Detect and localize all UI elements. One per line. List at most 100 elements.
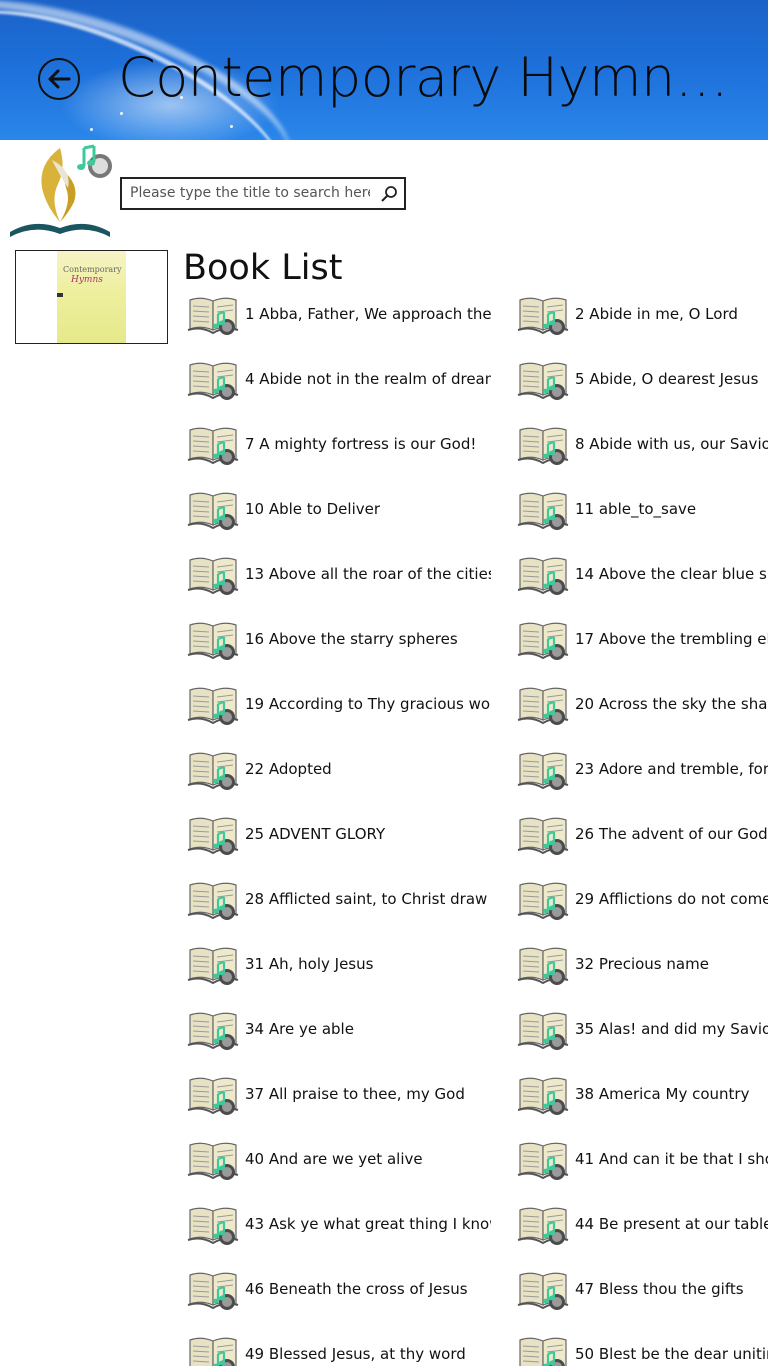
open-book-music-icon — [517, 557, 569, 595]
list-item[interactable]: 44 Be present at our table, Lord — [517, 1202, 768, 1246]
list-item[interactable]: 8 Abide with us, our Savior — [517, 422, 768, 466]
list-item-label: 7 A mighty fortress is our God! — [245, 435, 477, 453]
list-item[interactable]: 34 Are ye able — [187, 1007, 354, 1051]
list-item-label: 26 The advent of our God — [575, 825, 768, 843]
list-item[interactable]: 10 Able to Deliver — [187, 487, 380, 531]
list-item[interactable]: 19 According to Thy gracious word — [187, 682, 491, 726]
list-item[interactable]: 11 able_to_save — [517, 487, 696, 531]
open-book-music-icon — [517, 947, 569, 985]
list-item[interactable]: 13 Above all the roar of the cities — [187, 552, 491, 596]
list-item-label: 41 And can it be that I should gain — [575, 1150, 768, 1168]
list-item-label: 11 able_to_save — [575, 500, 697, 518]
list-item-label: 19 According to Thy gracious word — [245, 695, 491, 713]
list-item-label: 49 Blessed Jesus, at thy word — [245, 1345, 466, 1363]
list-item[interactable]: 35 Alas! and did my Savior — [517, 1007, 768, 1051]
book-list: 1 Abba, Father, We approach thee 2 Abide… — [0, 0, 768, 1366]
list-item[interactable]: 29 Afflictions do not come — [517, 877, 768, 921]
list-item[interactable]: 4 Abide not in the realm of dreams — [187, 357, 491, 401]
list-item[interactable]: 20 Across the sky the shades of night — [517, 682, 768, 726]
list-item[interactable]: 49 Blessed Jesus, at thy word — [187, 1332, 466, 1366]
list-item-label: 29 Afflictions do not come — [575, 890, 768, 908]
list-item[interactable]: 7 A mighty fortress is our God! — [187, 422, 476, 466]
open-book-music-icon — [187, 427, 239, 465]
open-book-music-icon — [517, 1207, 569, 1245]
list-item[interactable]: 25 ADVENT GLORY — [187, 812, 385, 856]
list-item-label: 38 America My country — [575, 1085, 750, 1103]
list-item-label: 20 Across the sky the shades of night — [575, 695, 768, 713]
open-book-music-icon — [187, 687, 239, 725]
list-item-label: 35 Alas! and did my Savior — [575, 1020, 768, 1038]
list-item-label: 37 All praise to thee, my God — [245, 1085, 465, 1103]
open-book-music-icon — [517, 1012, 569, 1050]
open-book-music-icon — [187, 1012, 239, 1050]
list-item[interactable]: 31 Ah, holy Jesus — [187, 942, 373, 986]
open-book-music-icon — [187, 557, 239, 595]
open-book-music-icon — [187, 752, 239, 790]
open-book-music-icon — [187, 297, 239, 335]
open-book-music-icon — [517, 752, 569, 790]
open-book-music-icon — [517, 687, 569, 725]
open-book-music-icon — [517, 882, 569, 920]
list-item-label: 5 Abide, O dearest Jesus — [575, 370, 759, 388]
open-book-music-icon — [517, 492, 569, 530]
list-item-label: 47 Bless thou the gifts — [575, 1280, 744, 1298]
list-item-label: 50 Blest be the dear uniting love — [575, 1345, 768, 1363]
open-book-music-icon — [517, 817, 569, 855]
open-book-music-icon — [187, 882, 239, 920]
list-item[interactable]: 1 Abba, Father, We approach thee — [187, 292, 491, 336]
open-book-music-icon — [517, 622, 569, 660]
open-book-music-icon — [187, 1207, 239, 1245]
list-item[interactable]: 47 Bless thou the gifts — [517, 1267, 744, 1311]
list-item-label: 43 Ask ye what great thing I know — [245, 1215, 491, 1233]
list-item[interactable]: 37 All praise to thee, my God — [187, 1072, 465, 1116]
list-item-label: 17 Above the trembling elements — [575, 630, 768, 648]
list-item[interactable]: 28 Afflicted saint, to Christ draw near — [187, 877, 491, 921]
list-item-label: 22 Adopted — [245, 760, 332, 778]
open-book-music-icon — [187, 1077, 239, 1115]
list-item-label: 14 Above the clear blue sky — [575, 565, 768, 583]
list-item-label: 32 Precious name — [575, 955, 709, 973]
list-item[interactable]: 40 And are we yet alive — [187, 1137, 423, 1181]
list-item[interactable]: 17 Above the trembling elements — [517, 617, 768, 661]
list-item-label: 31 Ah, holy Jesus — [245, 955, 374, 973]
list-item[interactable]: 26 The advent of our God — [517, 812, 768, 856]
list-item-label: 2 Abide in me, O Lord — [575, 305, 738, 323]
open-book-music-icon — [187, 362, 239, 400]
open-book-music-icon — [187, 817, 239, 855]
open-book-music-icon — [517, 427, 569, 465]
open-book-music-icon — [187, 492, 239, 530]
list-item-label: 44 Be present at our table, Lord — [575, 1215, 768, 1233]
open-book-music-icon — [517, 1142, 569, 1180]
open-book-music-icon — [189, 1337, 237, 1366]
list-item-label: 1 Abba, Father, We approach thee — [245, 305, 491, 323]
list-item-label: 23 Adore and tremble, for our God — [575, 760, 768, 778]
list-item[interactable]: 14 Above the clear blue sky — [517, 552, 768, 596]
list-item[interactable]: 38 America My country — [517, 1072, 749, 1116]
list-item[interactable]: 23 Adore and tremble, for our God — [517, 747, 768, 791]
list-item-label: 28 Afflicted saint, to Christ draw near — [245, 890, 491, 908]
open-book-music-icon — [187, 622, 239, 660]
open-book-music-icon — [187, 1142, 239, 1180]
list-item[interactable]: 50 Blest be the dear uniting love — [517, 1332, 768, 1366]
open-book-music-icon — [517, 362, 569, 400]
list-item[interactable]: 16 Above the starry spheres — [187, 617, 458, 661]
list-item-label: 16 Above the starry spheres — [245, 630, 458, 648]
open-book-music-icon — [517, 1077, 569, 1115]
list-item[interactable]: 43 Ask ye what great thing I know — [187, 1202, 491, 1246]
list-item[interactable]: 2 Abide in me, O Lord — [517, 292, 738, 336]
list-item[interactable]: 41 And can it be that I should gain — [517, 1137, 768, 1181]
open-book-music-icon — [519, 1337, 567, 1366]
list-item[interactable]: 46 Beneath the cross of Jesus — [187, 1267, 468, 1311]
list-item-label: 34 Are ye able — [245, 1020, 354, 1038]
list-item[interactable]: 22 Adopted — [187, 747, 332, 791]
list-item-label: 8 Abide with us, our Savior — [575, 435, 768, 453]
list-item-label: 10 Able to Deliver — [245, 500, 381, 518]
list-item-label: 25 ADVENT GLORY — [245, 825, 386, 843]
list-item-label: 4 Abide not in the realm of dreams — [245, 370, 491, 388]
list-item[interactable]: 5 Abide, O dearest Jesus — [517, 357, 758, 401]
open-book-music-icon — [517, 297, 569, 335]
list-item-label: 40 And are we yet alive — [245, 1150, 423, 1168]
open-book-music-icon — [517, 1272, 569, 1310]
open-book-music-icon — [187, 1272, 239, 1310]
list-item[interactable]: 32 Precious name — [517, 942, 709, 986]
